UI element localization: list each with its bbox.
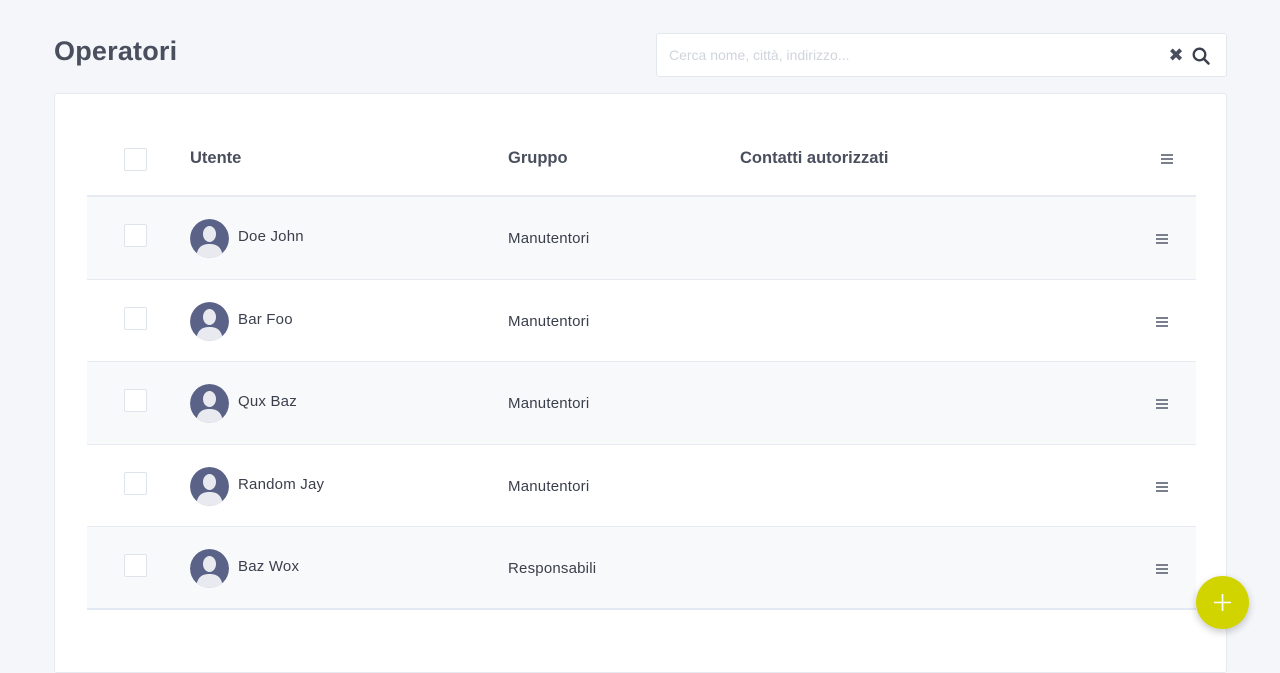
table-row[interactable]: Baz Wox Responsabili	[87, 527, 1196, 610]
column-header-contacts[interactable]: Contatti autorizzati	[740, 149, 889, 168]
search-bar: ✖	[656, 33, 1227, 77]
user-group: Manutentori	[508, 230, 590, 247]
user-group: Manutentori	[508, 477, 590, 495]
search-input[interactable]	[669, 34, 1149, 76]
close-icon[interactable]: ✖	[1167, 46, 1185, 64]
menu-icon[interactable]	[1156, 234, 1168, 244]
table-row[interactable]: Qux Baz Manutentori	[87, 362, 1196, 445]
table-row[interactable]: Bar Foo Manutentori	[87, 279, 1196, 362]
select-all-checkbox[interactable]	[124, 148, 147, 171]
user-name: Random Jay	[238, 475, 325, 493]
menu-icon[interactable]	[1156, 564, 1168, 574]
operators-table: Utente Gruppo Contatti autorizzati Doe J…	[87, 124, 1196, 610]
search-icon[interactable]	[1191, 46, 1211, 66]
row-checkbox[interactable]	[124, 389, 147, 412]
user-name: Qux Baz	[238, 393, 297, 410]
avatar	[190, 219, 229, 258]
user-group: Responsabili	[508, 560, 597, 577]
row-checkbox[interactable]	[124, 306, 147, 330]
menu-icon[interactable]	[1156, 481, 1168, 492]
avatar	[190, 549, 229, 588]
row-checkbox[interactable]	[124, 224, 147, 247]
table-row[interactable]: Random Jay Manutentori	[87, 444, 1196, 527]
user-group: Manutentori	[508, 312, 590, 330]
avatar	[190, 384, 229, 423]
table-row[interactable]: Doe John Manutentori	[87, 197, 1196, 280]
page-title: Operatori	[54, 36, 178, 66]
operators-card: Utente Gruppo Contatti autorizzati Doe J…	[54, 93, 1227, 673]
column-header-user[interactable]: Utente	[190, 149, 241, 168]
user-group: Manutentori	[508, 395, 590, 412]
row-checkbox[interactable]	[124, 554, 147, 577]
menu-icon[interactable]	[1156, 316, 1168, 327]
avatar	[190, 466, 229, 506]
column-header-group[interactable]: Gruppo	[508, 149, 568, 168]
add-operator-button[interactable]	[1196, 576, 1249, 629]
row-checkbox[interactable]	[124, 471, 147, 495]
avatar	[190, 301, 229, 341]
user-name: Baz Wox	[238, 558, 300, 575]
table-header: Utente Gruppo Contatti autorizzati	[87, 124, 1196, 197]
menu-icon[interactable]	[1161, 154, 1173, 164]
user-name: Bar Foo	[238, 310, 293, 328]
user-name: Doe John	[238, 228, 304, 245]
plus-icon	[1214, 594, 1231, 611]
menu-icon[interactable]	[1156, 399, 1168, 409]
